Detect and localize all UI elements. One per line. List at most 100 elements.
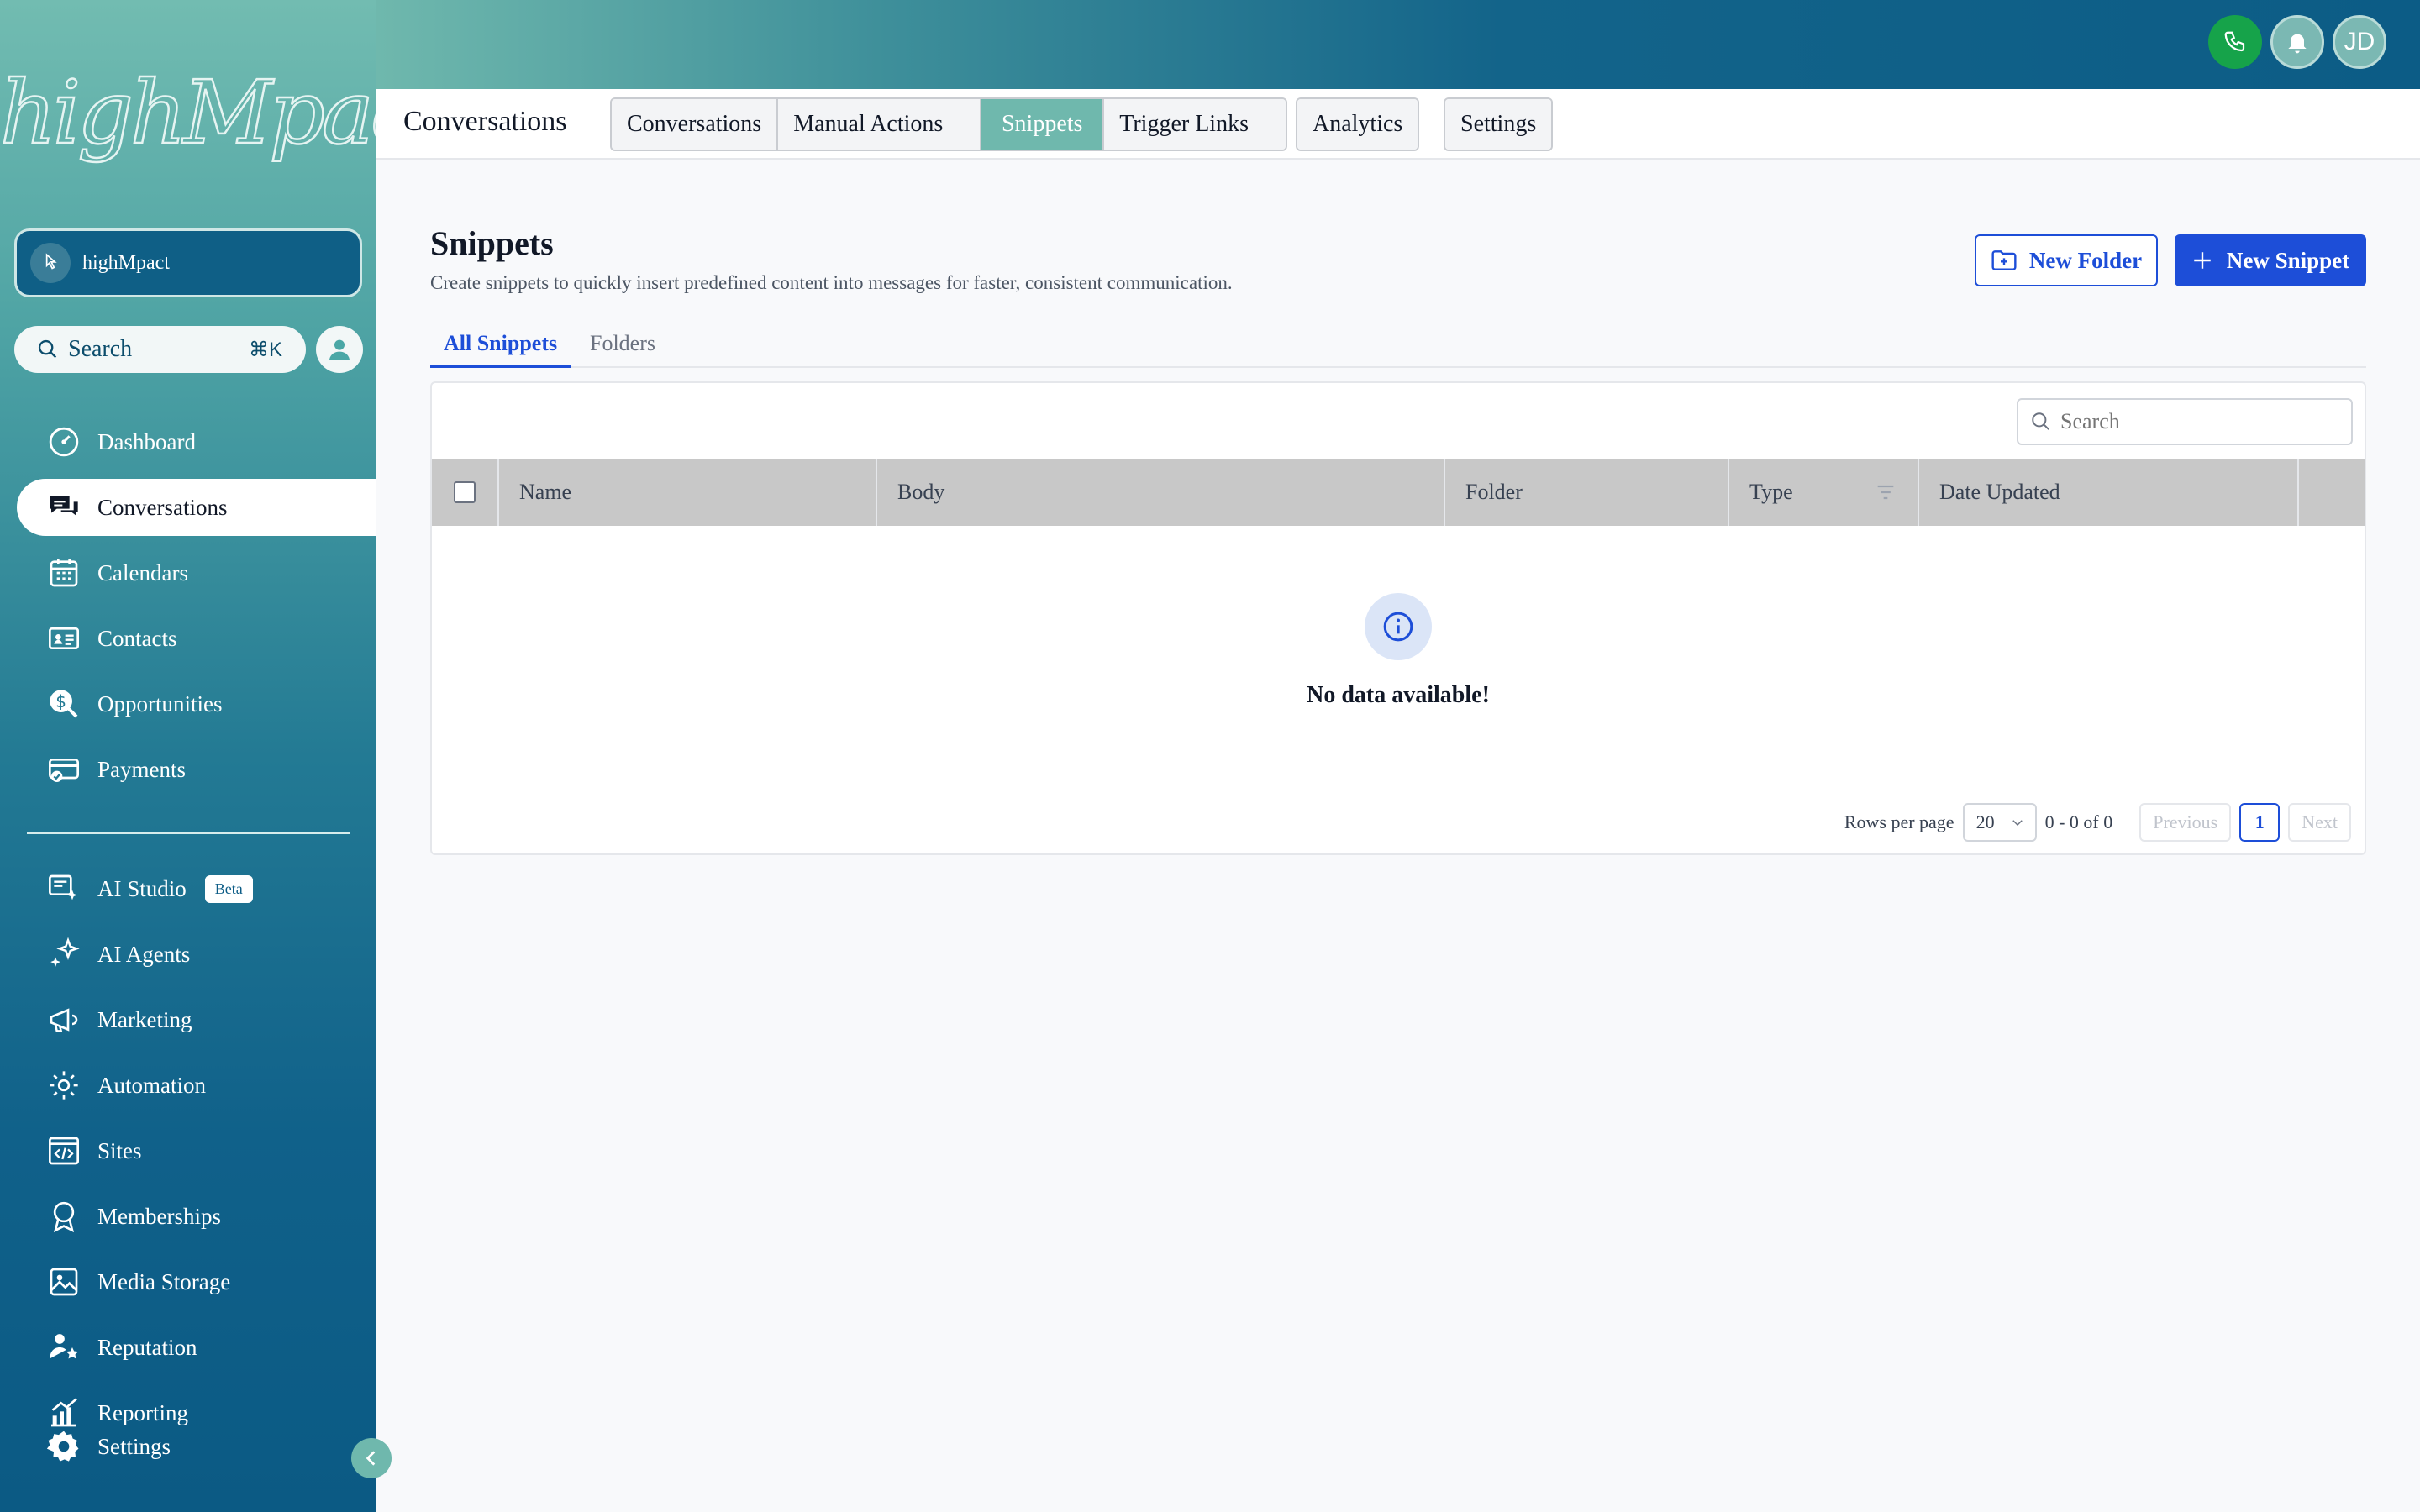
tab-snippets[interactable]: Snippets [981, 99, 1105, 150]
search-shortcut: ⌘K [248, 338, 282, 361]
tab-group-settings: Settings [1444, 97, 1554, 151]
sidebar: highMpact highMpact Search ⌘K Dashboard … [0, 0, 376, 1512]
settings-gear-icon [45, 1428, 82, 1465]
sidebar-item-calendars[interactable]: Calendars [17, 544, 376, 601]
sidebar-item-label: Opportunities [97, 690, 223, 717]
sidebar-item-label: Marketing [97, 1006, 192, 1032]
tab-group-main: Conversations Manual Actions Snippets Tr… [610, 97, 1288, 151]
pointer-icon [30, 243, 71, 283]
sidebar-item-label: Memberships [97, 1203, 221, 1229]
filter-icon[interactable] [1874, 480, 1897, 504]
sidebar-item-marketing[interactable]: Marketing [17, 991, 376, 1048]
sidebar-item-settings[interactable]: Settings [45, 1428, 171, 1465]
column-name[interactable]: Name [499, 459, 877, 526]
sidebar-item-dashboard[interactable]: Dashboard [17, 413, 376, 470]
sidebar-item-label: Dashboard [97, 428, 196, 454]
sidebar-item-label: Sites [97, 1137, 142, 1163]
user-avatar[interactable]: JD [2333, 15, 2386, 69]
sidebar-item-label: Reporting [97, 1399, 188, 1425]
search-icon [2032, 412, 2049, 430]
tab-analytics[interactable]: Analytics [1297, 99, 1418, 150]
gauge-icon [45, 423, 82, 460]
sidebar-item-ai-studio[interactable]: AI Studio Beta [17, 860, 376, 917]
sidebar-item-label: Reputation [97, 1334, 197, 1360]
column-type[interactable]: Type [1729, 459, 1919, 526]
sidebar-item-ai-agents[interactable]: AI Agents [17, 926, 376, 983]
code-window-icon [45, 1132, 82, 1169]
column-folder[interactable]: Folder [1445, 459, 1729, 526]
contact-card-icon [45, 620, 82, 657]
chat-bubbles-icon [45, 489, 82, 526]
folder-plus-icon [1991, 250, 2017, 270]
collapse-sidebar-button[interactable] [351, 1438, 392, 1478]
next-page-button[interactable]: Next [2288, 803, 2351, 842]
sidebar-item-label: Settings [97, 1433, 171, 1459]
select-all-checkbox[interactable] [454, 481, 476, 503]
snippets-subtitle: Create snippets to quickly insert predef… [430, 272, 1233, 293]
snippet-subtabs: All Snippets Folders [430, 328, 2366, 368]
table-search[interactable] [2017, 398, 2353, 445]
sidebar-item-contacts[interactable]: Contacts [17, 610, 376, 667]
sidebar-item-sites[interactable]: Sites [17, 1122, 376, 1179]
rows-per-page-select[interactable]: 20 [1962, 803, 2037, 842]
top-bar: JD [376, 0, 2420, 89]
sidebar-item-opportunities[interactable]: $ Opportunities [17, 675, 376, 732]
sidebar-item-label: Calendars [97, 559, 188, 585]
image-icon [45, 1263, 82, 1300]
account-name: highMpact [82, 251, 170, 274]
select-all-cell [432, 459, 499, 526]
table-search-input[interactable] [2060, 409, 2329, 434]
user-profile-button[interactable] [316, 326, 363, 373]
sidebar-item-label: Conversations [97, 494, 228, 520]
column-date-updated[interactable]: Date Updated [1919, 459, 2299, 526]
sidebar-search[interactable]: Search ⌘K [14, 326, 306, 373]
sidebar-item-label: Media Storage [97, 1268, 231, 1294]
previous-page-button[interactable]: Previous [2139, 803, 2232, 842]
page-title: Conversations [403, 106, 567, 137]
new-folder-button[interactable]: New Folder [1975, 234, 2158, 286]
subtab-all-snippets[interactable]: All Snippets [430, 331, 571, 368]
bar-chart-icon [45, 1394, 82, 1431]
plus-icon [2194, 252, 2211, 269]
notifications-button[interactable] [2270, 15, 2324, 69]
credit-card-icon [45, 751, 82, 788]
sidebar-item-label: Payments [97, 756, 186, 782]
sidebar-item-label: Contacts [97, 625, 177, 651]
sidebar-item-conversations[interactable]: Conversations [17, 479, 376, 536]
search-icon [38, 339, 57, 359]
tab-settings[interactable]: Settings [1445, 99, 1552, 150]
tab-manual-actions[interactable]: Manual Actions [778, 99, 982, 150]
sidebar-item-automation[interactable]: Automation [17, 1057, 376, 1114]
pagination-range: 0 - 0 of 0 [2044, 811, 2113, 832]
money-bag-icon: $ [45, 685, 82, 722]
page-number-button[interactable]: 1 [2239, 803, 2281, 842]
sidebar-item-label: Automation [97, 1072, 206, 1098]
new-snippet-button[interactable]: New Snippet [2175, 234, 2366, 286]
new-snippet-label: New Snippet [2226, 247, 2350, 273]
beta-badge: Beta [204, 874, 253, 903]
brand-logo: highMpact [0, 60, 376, 165]
sidebar-item-memberships[interactable]: Memberships [17, 1188, 376, 1245]
tab-trigger-links[interactable]: Trigger Links [1104, 99, 1286, 150]
account-switcher[interactable]: highMpact [14, 228, 362, 297]
column-type-label: Type [1749, 480, 1793, 504]
sidebar-item-payments[interactable]: Payments [17, 741, 376, 798]
sidebar-item-media-storage[interactable]: Media Storage [17, 1253, 376, 1310]
new-folder-label: New Folder [2028, 247, 2143, 273]
info-circle-icon [1365, 593, 1432, 660]
snippets-table-card: Name Body Folder Type Date Updated No da… [430, 381, 2366, 855]
sidebar-divider [27, 832, 350, 834]
bell-icon [2288, 34, 2307, 54]
tab-conversations[interactable]: Conversations [612, 99, 779, 150]
sidebar-item-reputation[interactable]: Reputation [17, 1319, 376, 1376]
user-star-icon [45, 1329, 82, 1366]
column-body[interactable]: Body [877, 459, 1445, 526]
ai-studio-icon [45, 870, 82, 907]
sidebar-item-label: AI Agents [97, 941, 191, 967]
user-icon [329, 339, 350, 360]
svg-text:$: $ [55, 691, 66, 711]
call-button[interactable] [2208, 15, 2262, 69]
tab-group-analytics: Analytics [1296, 97, 1420, 151]
chevron-down-icon [2012, 820, 2023, 827]
subtab-folders[interactable]: Folders [576, 331, 669, 368]
